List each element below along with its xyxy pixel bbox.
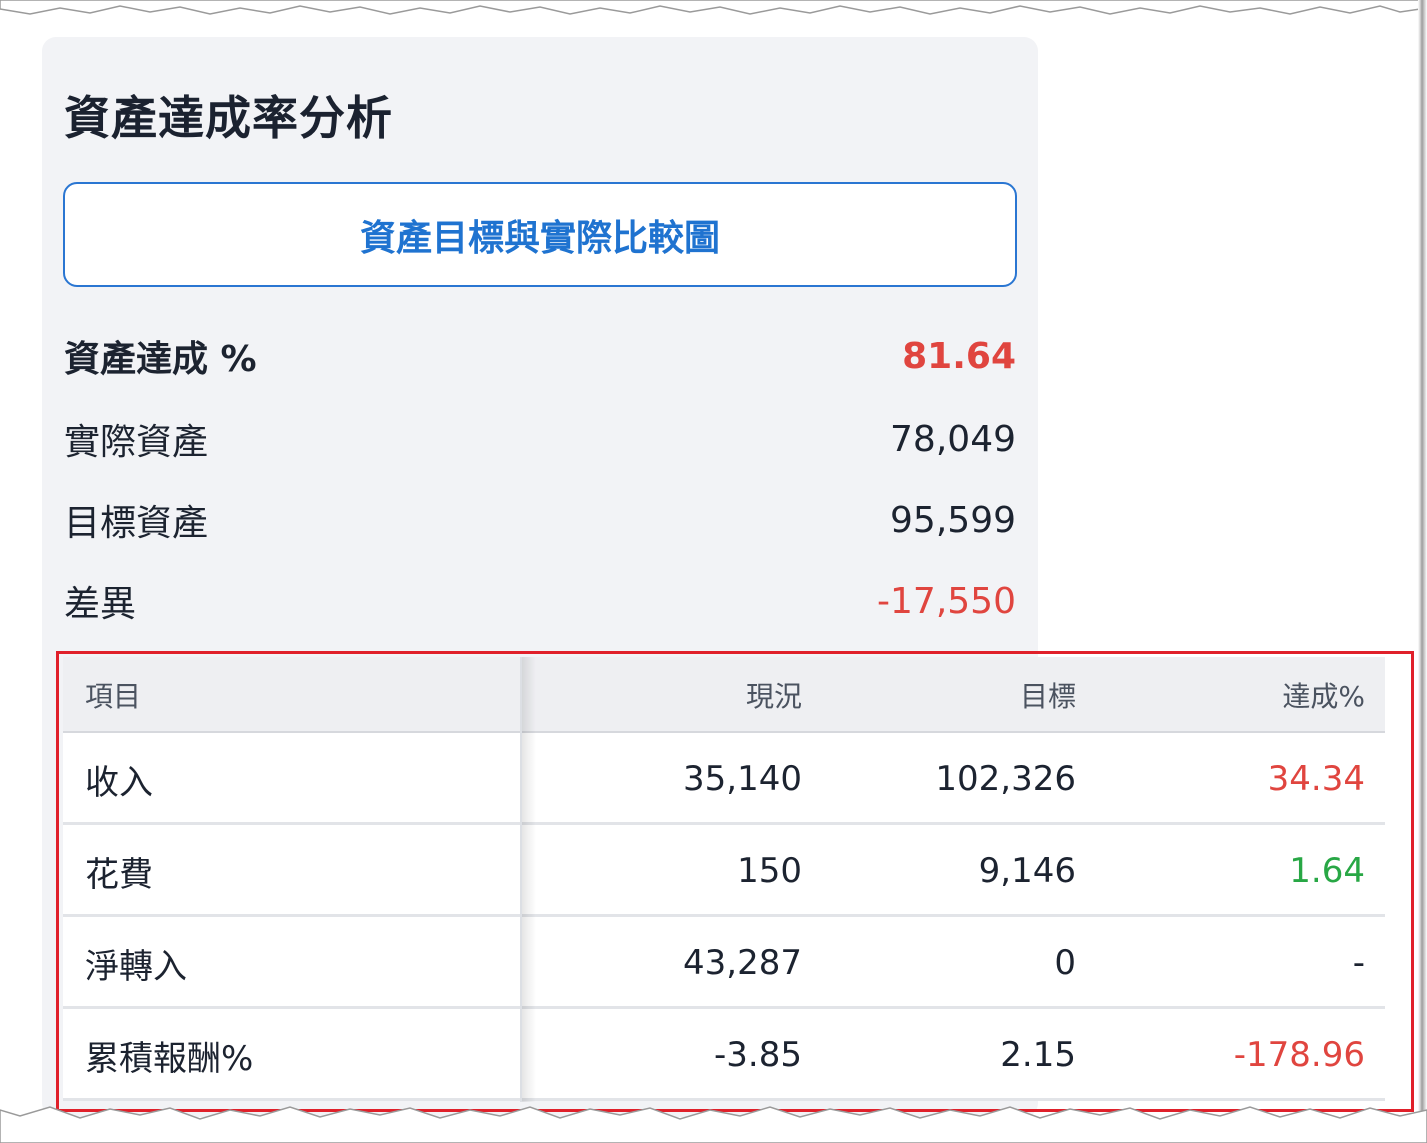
actual-asset-label: 實際資產 — [64, 422, 209, 463]
actual-asset-value: 78,049 — [890, 418, 1016, 460]
torn-edge-bottom — [0, 1106, 1427, 1143]
compare-chart-button[interactable]: 資產目標與實際比較圖 — [63, 182, 1017, 287]
highlight-box — [56, 651, 1414, 1112]
frame-right-edge — [1418, 0, 1427, 1143]
screenshot-frame: 資產達成率分析 資產目標與實際比較圖 資產達成 % 81.64 實際資產 78,… — [0, 0, 1427, 1143]
achievement-value: 81.64 — [902, 335, 1016, 377]
target-asset-label: 目標資產 — [64, 503, 209, 544]
achievement-label: 資產達成 % — [64, 339, 257, 380]
torn-edge-top — [0, 0, 1427, 15]
difference-row: 差異 -17,550 — [64, 571, 1016, 631]
achievement-row: 資產達成 % 81.64 — [64, 326, 1016, 386]
target-asset-value: 95,599 — [890, 499, 1016, 541]
difference-label: 差異 — [64, 584, 137, 625]
target-asset-row: 目標資產 95,599 — [64, 490, 1016, 550]
difference-value: -17,550 — [877, 580, 1016, 622]
page-title: 資產達成率分析 — [64, 91, 393, 145]
actual-asset-row: 實際資產 78,049 — [64, 409, 1016, 469]
